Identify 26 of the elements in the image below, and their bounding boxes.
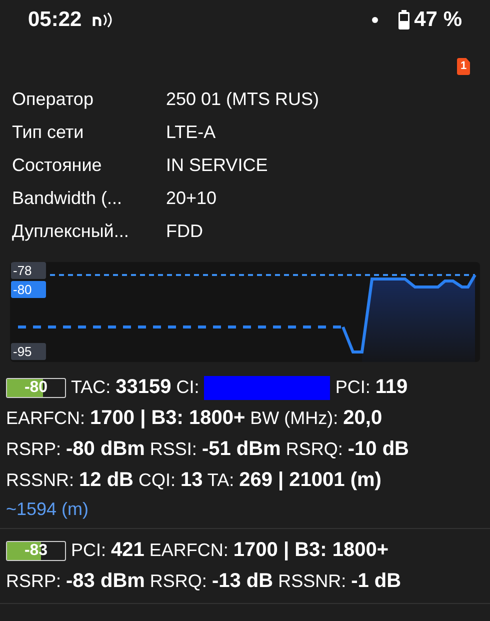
info-value: 250 01 (MTS RUS): [166, 88, 320, 111]
battery-icon: [398, 10, 410, 30]
info-value: 20+10: [166, 187, 217, 210]
info-label: Состояние: [12, 154, 103, 177]
info-value: LTE-A: [166, 121, 216, 144]
cell-info-text: EARFCN: 1700 | B3: 1800+ BW (MHz): 20,0: [6, 406, 382, 431]
battery-percent: 47 %: [414, 7, 462, 34]
cell-info-text: PCI: 119: [335, 375, 408, 400]
axis-label: -80: [11, 281, 46, 298]
info-value: FDD: [166, 220, 203, 243]
cell-info-text: PCI: 421 EARFCN: 1700 | B3: 1800+: [71, 538, 389, 563]
cell-info-text: RSRP: -83 dBm RSRQ: -13 dB RSSNR: -1 dB: [6, 569, 402, 594]
info-value: IN SERVICE: [166, 154, 268, 177]
nfc-icon: [92, 12, 114, 28]
distance-text: ~1594 (m): [6, 498, 90, 521]
axis-label: -78: [11, 262, 46, 279]
info-label: Дуплексный...: [12, 220, 130, 243]
cell-info-text: RSRP: -80 dBm RSSI: -51 dBm RSRQ: -10 dB: [6, 437, 409, 462]
info-label: Оператор: [12, 88, 94, 111]
cell-info-text: TAC: 33159 CI:: [71, 375, 200, 400]
info-label: Тип сети: [12, 121, 85, 144]
axis-label: -95: [11, 343, 46, 360]
clock: 05:22: [28, 7, 82, 34]
info-label: Bandwidth (...: [12, 187, 124, 210]
cell-info-text: RSSNR: 12 dB CQI: 13 TA: 269 | 21001 (m): [6, 468, 382, 493]
sim-icon: 1: [457, 58, 470, 75]
